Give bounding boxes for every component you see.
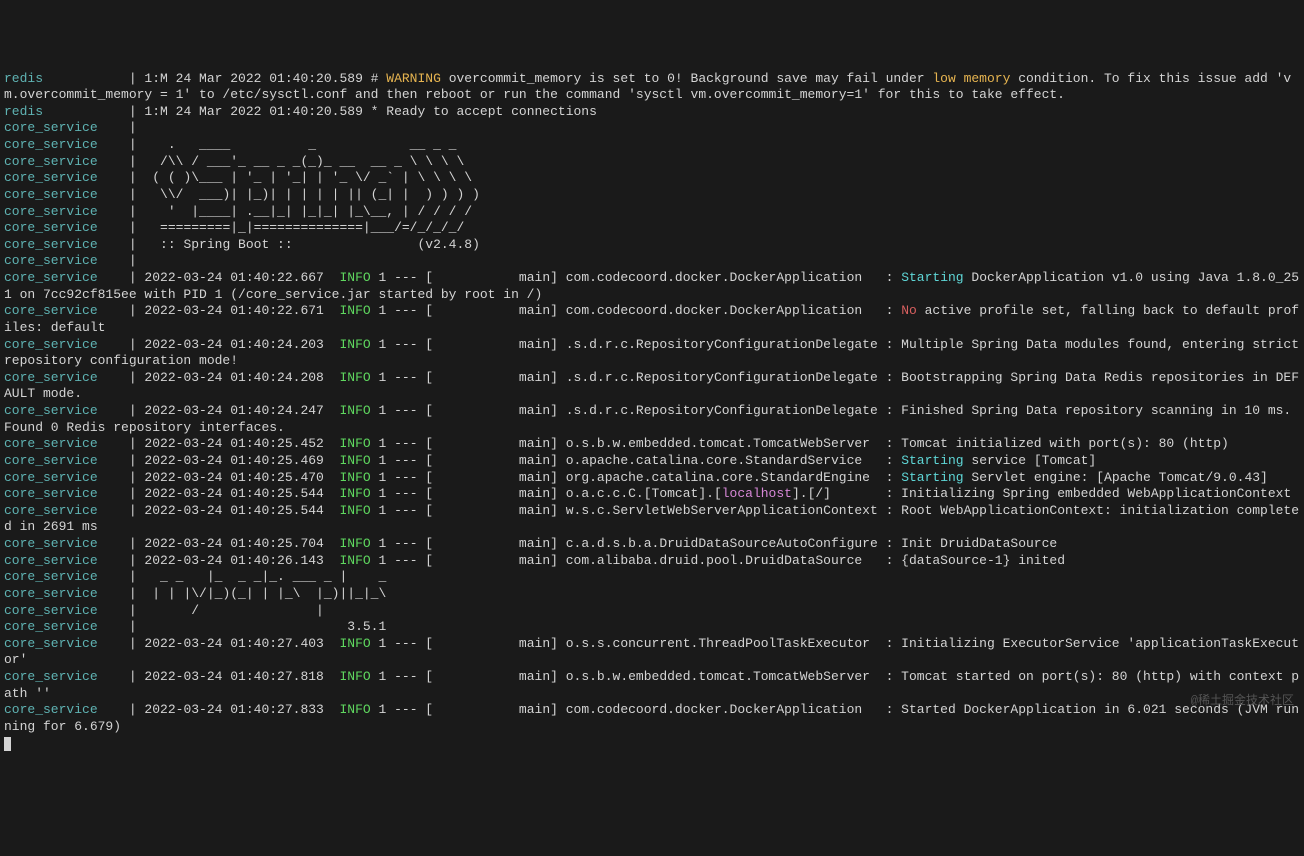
service-label: core_service: [4, 470, 98, 485]
service-label: core_service: [4, 486, 98, 501]
service-label: core_service: [4, 586, 98, 601]
log-level-info: INFO: [339, 669, 370, 684]
log-level-info: INFO: [339, 553, 370, 568]
service-label: core_service: [4, 303, 98, 318]
log-level-info: INFO: [339, 303, 370, 318]
log-level-info: INFO: [339, 470, 370, 485]
starting-text: Starting: [901, 453, 963, 468]
no-text: No: [901, 303, 917, 318]
service-label: redis: [4, 104, 43, 119]
service-label: core_service: [4, 370, 98, 385]
starting-text: Starting: [901, 270, 963, 285]
service-label: core_service: [4, 569, 98, 584]
log-level-info: INFO: [339, 636, 370, 651]
service-label: core_service: [4, 170, 98, 185]
service-label: core_service: [4, 619, 98, 634]
terminal-output[interactable]: redis | 1:M 24 Mar 2022 01:40:20.589 # W…: [4, 71, 1300, 753]
service-label: core_service: [4, 154, 98, 169]
log-level-info: INFO: [339, 453, 370, 468]
service-label: core_service: [4, 120, 98, 135]
service-label: core_service: [4, 403, 98, 418]
service-label: core_service: [4, 204, 98, 219]
service-label: redis: [4, 71, 43, 86]
watermark: @稀土掘金技术社区: [1191, 694, 1294, 709]
service-label: core_service: [4, 503, 98, 518]
starting-text: Starting: [901, 470, 963, 485]
log-level-info: INFO: [339, 702, 370, 717]
service-label: core_service: [4, 137, 98, 152]
service-label: core_service: [4, 553, 98, 568]
warning-label: WARNING: [386, 71, 441, 86]
log-level-info: INFO: [339, 486, 370, 501]
service-label: core_service: [4, 636, 98, 651]
service-label: core_service: [4, 187, 98, 202]
service-label: core_service: [4, 603, 98, 618]
service-label: core_service: [4, 270, 98, 285]
service-label: core_service: [4, 220, 98, 235]
cursor: [4, 737, 11, 751]
log-level-info: INFO: [339, 337, 370, 352]
service-label: core_service: [4, 453, 98, 468]
service-label: core_service: [4, 702, 98, 717]
service-label: core_service: [4, 536, 98, 551]
service-label: core_service: [4, 436, 98, 451]
localhost-text: localhost: [722, 486, 792, 501]
service-label: core_service: [4, 669, 98, 684]
service-label: core_service: [4, 237, 98, 252]
log-level-info: INFO: [339, 536, 370, 551]
low-memory-text: low memory: [932, 71, 1010, 86]
log-level-info: INFO: [339, 270, 370, 285]
service-label: core_service: [4, 337, 98, 352]
log-level-info: INFO: [339, 370, 370, 385]
service-label: core_service: [4, 253, 98, 268]
log-level-info: INFO: [339, 503, 370, 518]
log-level-info: INFO: [339, 436, 370, 451]
log-level-info: INFO: [339, 403, 370, 418]
